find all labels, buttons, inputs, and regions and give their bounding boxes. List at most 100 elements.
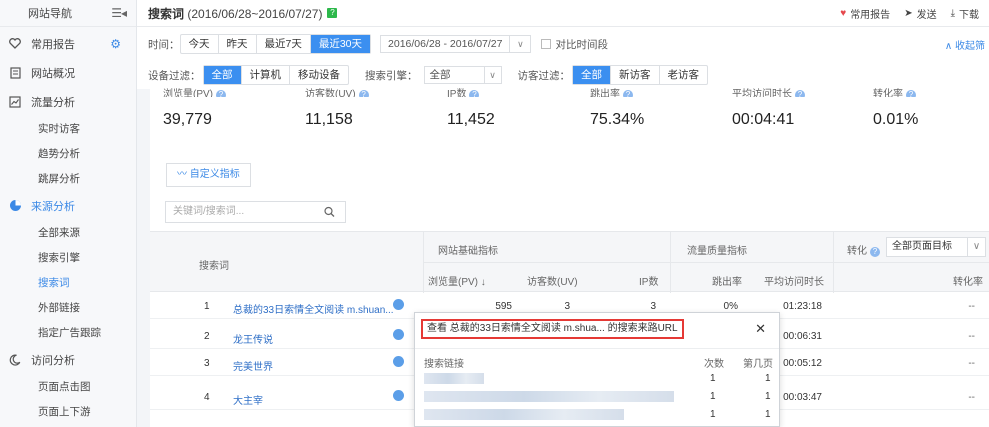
visitor-option-new[interactable]: 新访客: [611, 66, 660, 84]
view-source-icon[interactable]: [393, 356, 404, 367]
sort-down-icon: ↓: [480, 277, 486, 288]
row-uv: 3: [564, 301, 570, 312]
row-keyword-link[interactable]: 总裁的33日索情全文阅读 m.shuan...: [233, 301, 394, 316]
row-pv: 595: [495, 301, 512, 312]
col-conversion[interactable]: 转化率: [953, 273, 983, 288]
sidebar-section-label: 网站概况: [31, 67, 75, 80]
sidebar-item-page-flow[interactable]: 页面上下游: [0, 399, 136, 424]
view-source-icon[interactable]: [393, 299, 404, 310]
col-duration[interactable]: 平均访问时长: [764, 273, 824, 288]
group-basic-metrics: 网站基础指标: [438, 246, 498, 257]
time-option-30days[interactable]: 最近30天: [310, 35, 371, 53]
sidebar-item-realtime[interactable]: 实时访客: [0, 116, 136, 141]
compare-checkbox[interactable]: 对比时间段: [541, 37, 608, 52]
goal-select[interactable]: 全部页面目标 ∨: [886, 237, 986, 257]
send-label: 发送: [916, 10, 937, 21]
device-filter-row: 设备过滤： 全部 计算机 移动设备 搜索引擎： 全部 ∨ 访客过滤： 全部 新访…: [148, 65, 708, 85]
visitor-option-returning[interactable]: 老访客: [660, 66, 708, 84]
gear-icon[interactable]: ⚙: [110, 37, 121, 51]
sidebar-section-overview[interactable]: 网站概况: [0, 58, 136, 87]
metric-label: 转化率?: [873, 85, 918, 97]
device-filter-label: 设备过滤：: [148, 69, 201, 82]
device-option-mobile[interactable]: 移动设备: [290, 66, 348, 84]
metric-uv: 访客数(UV)? 11,158: [305, 89, 369, 129]
heart-outline-icon: [8, 37, 22, 51]
row-conversion: --: [968, 301, 975, 312]
sidebar-item-ad-tracking[interactable]: 指定广告跟踪: [0, 320, 136, 345]
metric-duration: 平均访问时长? 00:04:41: [732, 89, 805, 129]
download-icon: ⤓: [950, 8, 955, 19]
search-icon[interactable]: [324, 202, 335, 229]
engine-select[interactable]: 全部 ∨: [423, 66, 502, 84]
time-filter-row: 时间： 今天 昨天 最近7天 最近30天 2016/06/28 - 2016/0…: [148, 34, 608, 54]
favorite-report-button[interactable]: ♥ 常用报告: [840, 6, 890, 21]
col-uv[interactable]: 访客数(UV): [527, 273, 578, 288]
view-source-icon[interactable]: [393, 390, 404, 401]
sidebar-item-jump[interactable]: 跳屏分析: [0, 166, 136, 191]
custom-metrics-button[interactable]: 〰 自定义指标: [166, 163, 251, 187]
popup-table-header: 搜索链接 次数 第几页: [415, 348, 779, 370]
popup-row-page: 1: [765, 391, 771, 402]
row-index: 1: [204, 301, 210, 312]
sidebar-section-favorites[interactable]: 常用报告 ⚙: [0, 29, 136, 58]
col-ip[interactable]: IP数: [639, 273, 658, 288]
row-bounce: 0%: [723, 301, 738, 312]
row-keyword-link[interactable]: 完美世界: [233, 358, 273, 373]
sidebar-item-external-links[interactable]: 外部链接: [0, 295, 136, 320]
chevron-down-icon: ∨: [967, 238, 985, 256]
metric-bounce: 跳出率? 75.34%: [590, 89, 644, 129]
date-range-picker[interactable]: 2016/06/28 - 2016/07/27 ∨: [380, 35, 532, 53]
device-option-computer[interactable]: 计算机: [242, 66, 290, 84]
time-range-buttons: 今天 昨天 最近7天 最近30天: [179, 34, 372, 54]
close-icon[interactable]: ✕: [755, 321, 766, 337]
time-option-today[interactable]: 今天: [181, 35, 219, 53]
visitor-buttons: 全部 新访客 老访客: [572, 65, 708, 85]
row-keyword-link[interactable]: 大主宰: [233, 392, 263, 407]
time-option-7days[interactable]: 最近7天: [257, 35, 311, 53]
group-quality-metrics: 流量质量指标: [687, 246, 747, 257]
blurred-link[interactable]: [424, 409, 624, 420]
goal-select-value: 全部页面目标: [892, 241, 952, 252]
sidebar-toggle-icon[interactable]: ☰◂: [111, 6, 127, 20]
page-title: 搜索词 (2016/06/28~2016/07/27): [148, 5, 322, 22]
help-icon[interactable]: ?: [327, 8, 338, 18]
sidebar-item-search-engines[interactable]: 搜索引擎: [0, 245, 136, 270]
col-bounce[interactable]: 跳出率: [712, 273, 742, 288]
keyword-search-input[interactable]: 关键词/搜索词...: [165, 201, 346, 223]
sidebar-section-traffic[interactable]: 流量分析: [0, 87, 136, 116]
metric-label: 访客数(UV)?: [305, 85, 369, 97]
sidebar-section-visit[interactable]: 访问分析: [0, 345, 136, 374]
chevron-down-icon: ∨: [489, 70, 496, 80]
chevron-down-icon: ∨: [517, 39, 524, 49]
moon-icon: [8, 353, 22, 367]
sidebar-item-search-terms[interactable]: 搜索词: [0, 270, 136, 295]
checkbox-box: [541, 39, 552, 49]
visitor-option-all[interactable]: 全部: [573, 66, 611, 84]
popup-title: 查看 总裁的33日索情全文阅读 m.shua... 的搜索来路URL: [421, 319, 684, 339]
row-index: 4: [204, 392, 210, 403]
metric-ip: IP数? 11,452: [447, 89, 495, 129]
col-pv[interactable]: 浏览量(PV) ↓: [428, 273, 486, 288]
collapse-filters-link[interactable]: ∧ 收起筛: [945, 37, 985, 52]
row-index: 3: [204, 358, 210, 369]
metric-label: 跳出率?: [590, 85, 644, 97]
sidebar-section-source[interactable]: 来源分析: [0, 191, 136, 220]
view-source-icon[interactable]: [393, 329, 404, 340]
row-ip: 3: [650, 301, 656, 312]
sidebar-item-trend[interactable]: 趋势分析: [0, 141, 136, 166]
time-option-yesterday[interactable]: 昨天: [219, 35, 257, 53]
blurred-link[interactable]: [424, 373, 484, 384]
sidebar-item-all-sources[interactable]: 全部来源: [0, 220, 136, 245]
compare-label: 对比时间段: [555, 38, 608, 51]
download-button[interactable]: ⤓ 下载: [951, 6, 979, 21]
device-option-all[interactable]: 全部: [203, 66, 242, 84]
send-button[interactable]: ➤ 发送: [904, 6, 936, 21]
row-keyword-link[interactable]: 龙王传说: [233, 331, 273, 346]
metrics-summary: 浏览量(PV)? 39,779 访客数(UV)? 11,158 IP数? 11,…: [150, 89, 989, 149]
metric-value: 39,779: [163, 111, 212, 128]
blurred-link[interactable]: [424, 391, 674, 402]
metric-value: 0.01%: [873, 111, 919, 128]
source-url-popup: 查看 总裁的33日索情全文阅读 m.shua... 的搜索来路URL ✕ 搜索链…: [414, 312, 780, 427]
visitor-filter-label: 访客过滤：: [517, 69, 571, 82]
sidebar-item-click-map[interactable]: 页面点击图: [0, 374, 136, 399]
